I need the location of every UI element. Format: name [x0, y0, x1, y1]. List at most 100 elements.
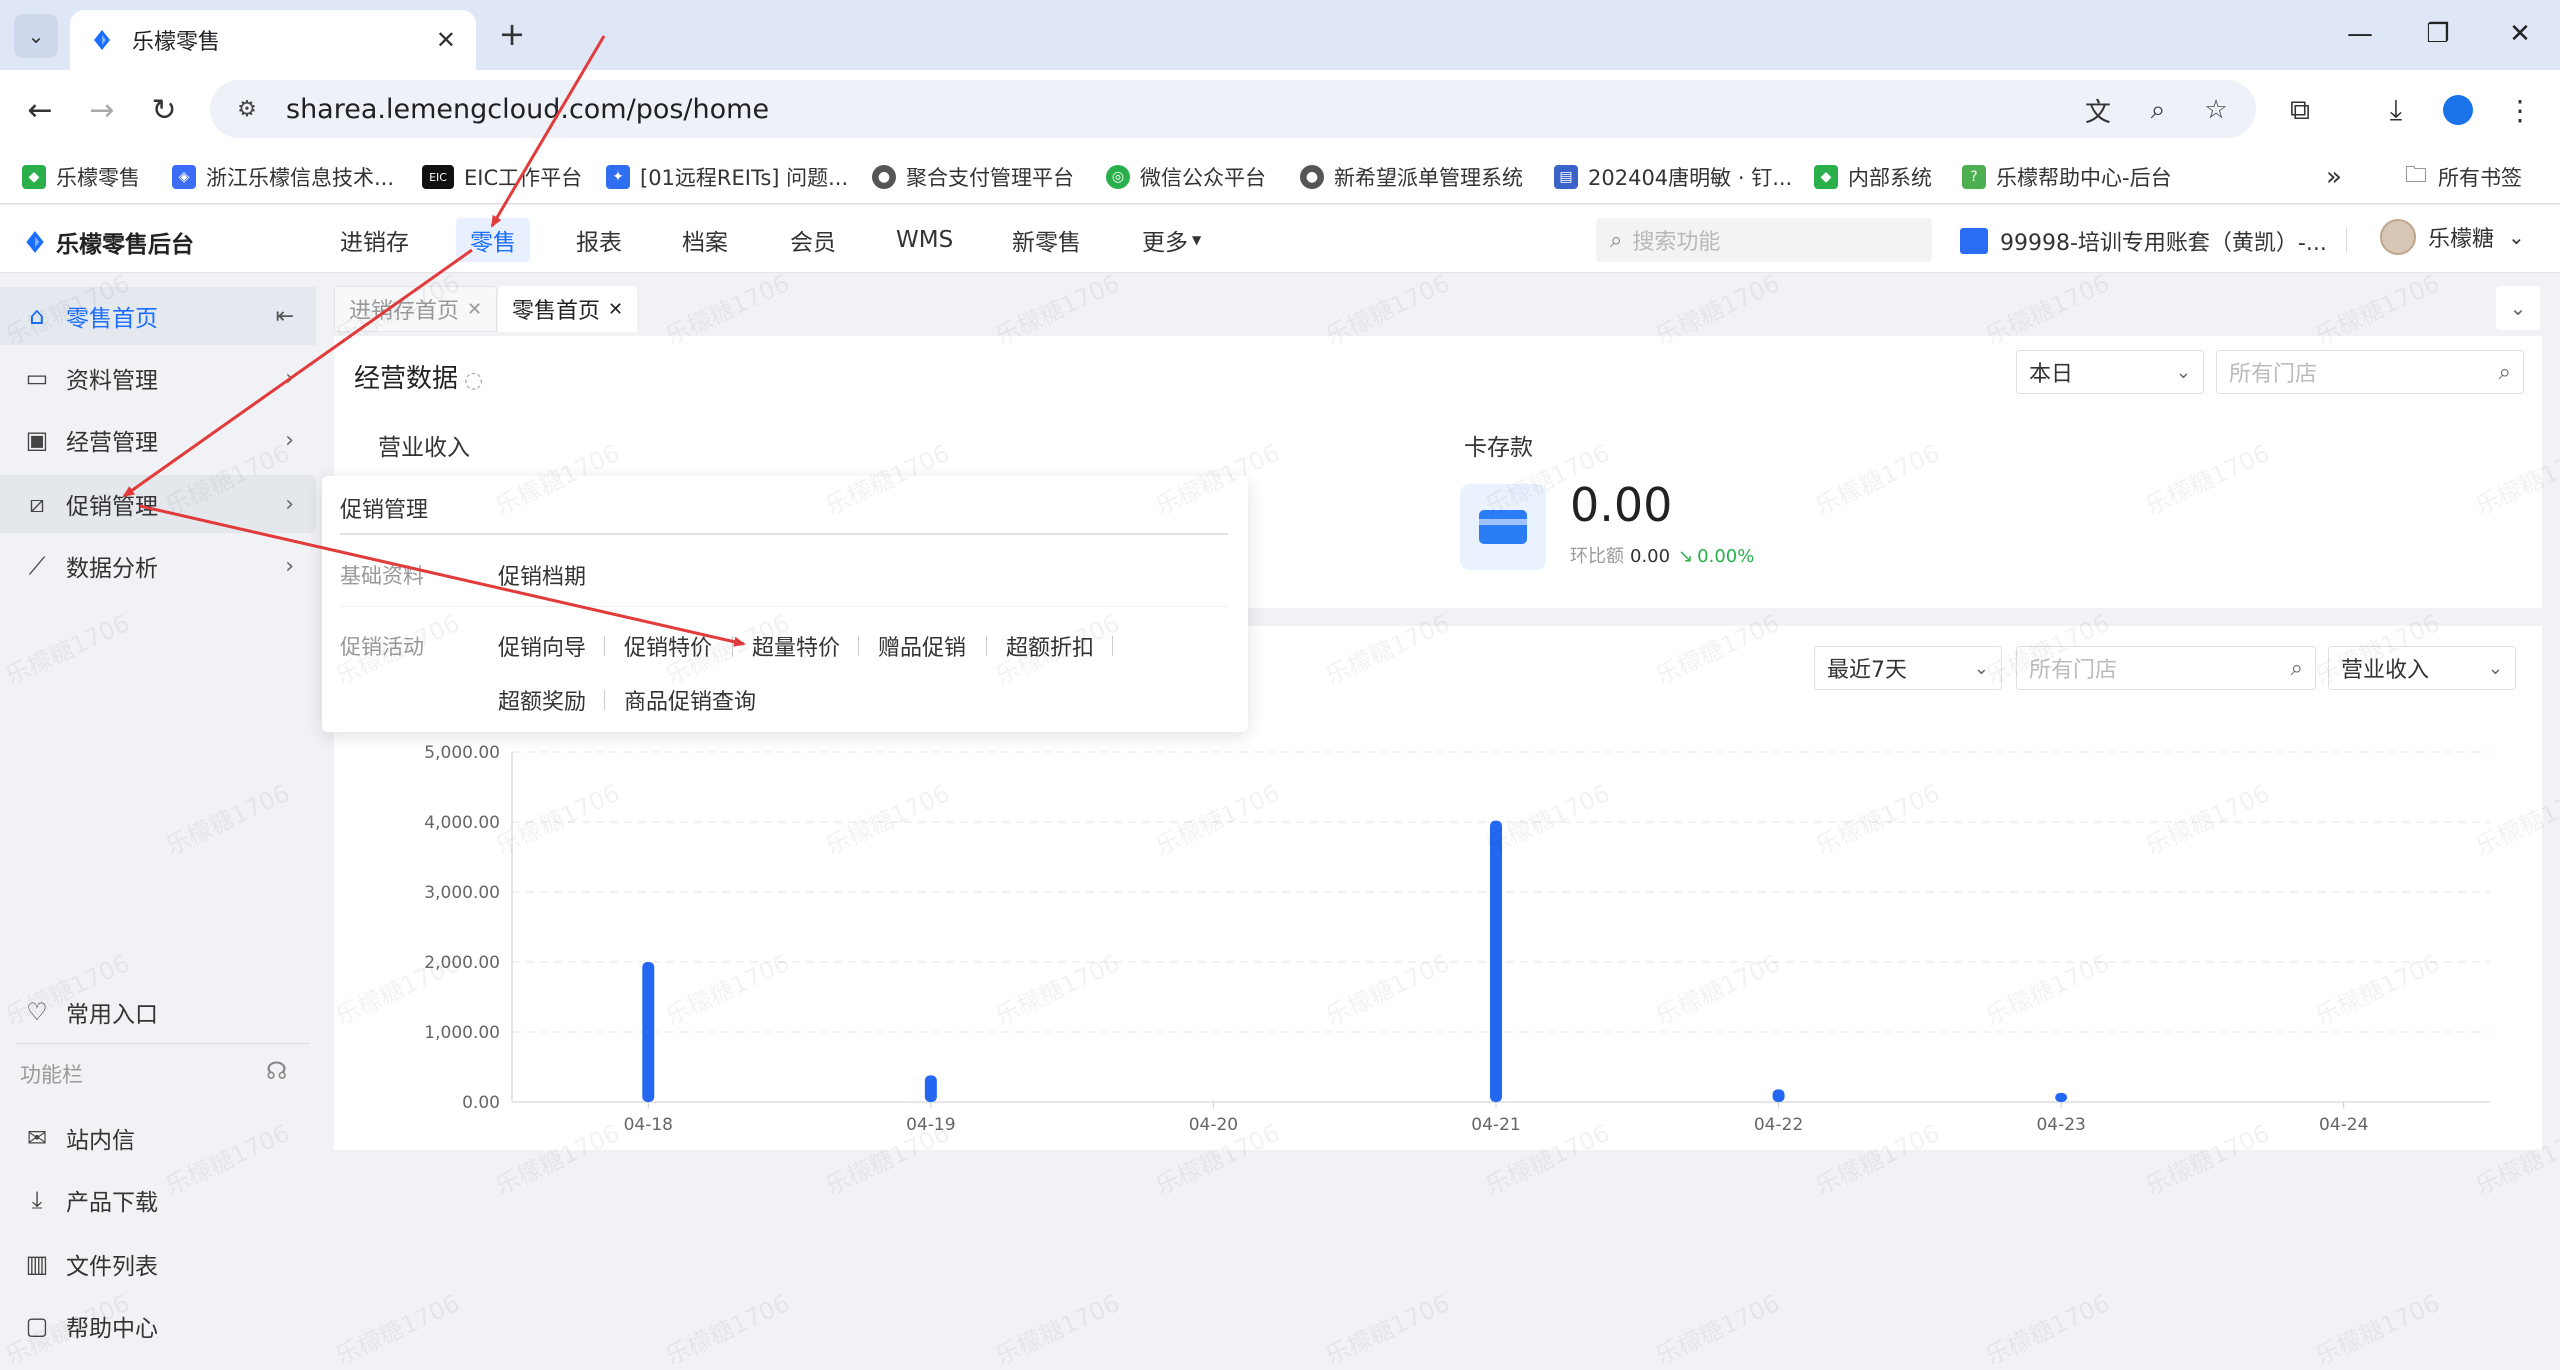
sidebar-item-messages[interactable]: ✉ 站内信 [0, 1109, 316, 1167]
close-tab-icon[interactable]: ✕ [436, 26, 456, 54]
forward-button[interactable]: → [82, 90, 122, 130]
y-tick-label: 0.00 [462, 1093, 500, 1113]
restore-button[interactable]: ❐ [2418, 14, 2458, 54]
sidebar-item-retail-home[interactable]: ⌂ 零售首页 ⇤ [0, 287, 316, 345]
close-icon[interactable]: ✕ [467, 299, 482, 320]
menu-icon[interactable]: ⋮ [2500, 90, 2540, 130]
gift-promo-link[interactable]: 赠品促销 [878, 630, 966, 662]
bookmark-item[interactable]: ▤ 202404唐明敏 · 钉... [1554, 162, 1792, 192]
bookmark-item[interactable]: ◆ 乐檬零售 [22, 162, 140, 192]
y-tick-label: 3,000.00 [424, 883, 500, 903]
excess-discount-link[interactable]: 超额折扣 [1006, 630, 1094, 662]
store-search-input[interactable]: 所有门店 ⌕ [2216, 350, 2524, 394]
bar-04-23[interactable] [2055, 1092, 2068, 1102]
sidebar-item-promotion-management[interactable]: ⧄ 促销管理 › [0, 475, 316, 533]
sidebar-item-file-list[interactable]: ▥ 文件列表 [0, 1235, 316, 1293]
watermark-text: 乐檬糖1706 [2311, 1288, 2444, 1370]
user-menu[interactable]: 乐檬糖 ⌄ [2380, 219, 2525, 255]
nav-archive[interactable]: 档案 [668, 218, 742, 262]
bookmark-item[interactable]: EIC EIC工作平台 [422, 162, 582, 192]
separator [1112, 636, 1113, 656]
app-logo-text: 乐檬零售后台 [56, 232, 194, 258]
app-logo[interactable]: 乐檬零售后台 [22, 225, 194, 259]
all-bookmarks-button[interactable]: 🗀 所有书签 [2404, 162, 2522, 192]
bar-04-19[interactable] [924, 1075, 937, 1102]
x-tick-label: 04-18 [624, 1115, 673, 1135]
nav-new-retail[interactable]: 新零售 [998, 218, 1095, 262]
promotion-menu-panel: 促销管理 基础资料 促销档期 促销活动 促销向导 促销特价 超量特价 赠品促销 … [322, 476, 1248, 732]
wechat-icon: ◎ [1106, 165, 1130, 189]
nav-wms[interactable]: WMS [882, 218, 967, 262]
bookmark-item[interactable]: ◎ 微信公众平台 [1106, 162, 1266, 192]
promo-schedule-link[interactable]: 促销档期 [498, 559, 586, 591]
browser-toolbar: ← → ↻ ⚙ sharea.lemengcloud.com/pos/home … [0, 70, 2560, 150]
nav-more[interactable]: 更多 ▼ [1128, 218, 1215, 262]
minimize-button[interactable]: — [2340, 14, 2380, 54]
back-button[interactable]: ← [20, 90, 60, 130]
tab-title: 乐檬零售 [132, 30, 221, 55]
zoom-icon[interactable]: ⌕ [2140, 92, 2176, 128]
promo-wizard-link[interactable]: 促销向导 [498, 630, 586, 662]
y-tick-label: 4,000.00 [424, 813, 500, 833]
translate-icon[interactable]: 文 [2080, 92, 2116, 128]
nav-retail[interactable]: 零售 [456, 218, 530, 262]
y-tick-label: 1,000.00 [424, 1023, 500, 1043]
nav-inventory[interactable]: 进销存 [326, 218, 423, 262]
bookmark-star-icon[interactable]: ☆ [2198, 92, 2234, 128]
page-tab-retail-home[interactable]: 零售首页 ✕ [498, 286, 638, 332]
sidebar-section-label: 功能栏 [20, 1063, 83, 1087]
sidebar-item-data-management[interactable]: ▭ 资料管理 › [0, 349, 316, 407]
bookmark-item[interactable]: ✦ [01远程REITs] 问题... [606, 162, 848, 192]
collapse-sidebar-icon[interactable]: ⇤ [276, 304, 294, 329]
account-switcher[interactable]: 99998-培训专用账套（黄凯）-... [1960, 225, 2327, 257]
extensions-icon[interactable]: ⧉ [2280, 90, 2320, 130]
function-search-input[interactable]: ⌕ 搜索功能 [1596, 218, 1932, 262]
bookmark-item[interactable]: ◆ 内部系统 [1814, 162, 1932, 192]
tab-search-button[interactable]: ⌄ [14, 14, 58, 58]
tabs-dropdown-button[interactable]: ⌄ [2496, 286, 2540, 330]
excess-reward-link[interactable]: 超额奖励 [498, 684, 586, 716]
profile-icon[interactable] [2438, 90, 2478, 130]
headset-icon[interactable]: ☊ [266, 1057, 287, 1085]
site-info-icon[interactable]: ⚙ [230, 92, 264, 126]
chevron-down-icon: ⌄ [2175, 361, 2191, 383]
bar-04-22[interactable] [1772, 1089, 1785, 1102]
sidebar-item-data-analysis[interactable]: ⟋ 数据分析 › [0, 537, 316, 595]
close-icon[interactable]: ✕ [608, 299, 623, 320]
refresh-icon[interactable]: ◌ [464, 368, 483, 393]
lemon-icon: ◆ [1814, 165, 1838, 189]
reload-button[interactable]: ↻ [144, 90, 184, 130]
nav-reports[interactable]: 报表 [562, 218, 636, 262]
sidebar-item-downloads[interactable]: ⤓ 产品下载 [0, 1171, 316, 1229]
download-icon[interactable]: ⤓ [2376, 90, 2416, 130]
promo-special-price-link[interactable]: 促销特价 [624, 630, 712, 662]
app-header: 乐檬零售后台 进销存 零售 报表 档案 会员 WMS 新零售 更多 ▼ ⌕ 搜索功能… [0, 205, 2560, 273]
excess-special-price-link[interactable]: 超量特价 [752, 630, 840, 662]
bookmark-item[interactable]: ? 乐檬帮助中心-后台 [1962, 162, 2172, 192]
separator [604, 690, 605, 710]
bar-04-18[interactable] [642, 962, 655, 1102]
product-promo-query-link[interactable]: 商品促销查询 [624, 684, 756, 716]
promo-activity-category: 促销活动 [340, 635, 424, 659]
globe-icon: ● [872, 165, 896, 189]
more-bookmarks-button[interactable]: » [2326, 162, 2342, 192]
bar-04-21[interactable] [1490, 820, 1502, 1102]
bookmark-item[interactable]: ◈ 浙江乐檬信息技术... [172, 162, 394, 192]
new-tab-button[interactable]: + [492, 14, 532, 54]
period-select[interactable]: 本日 ⌄ [2016, 350, 2204, 394]
bookmark-item[interactable]: ● 新希望派单管理系统 [1300, 162, 1523, 192]
search-icon: ⌕ [2498, 359, 2511, 385]
chevron-right-icon: › [285, 365, 294, 391]
address-bar[interactable]: ⚙ sharea.lemengcloud.com/pos/home 文 ⌕ ☆ [210, 80, 2256, 138]
search-icon: ⌕ [1610, 227, 1623, 253]
nav-member[interactable]: 会员 [776, 218, 850, 262]
bookmark-item[interactable]: ● 聚合支付管理平台 [872, 162, 1074, 192]
x-tick-label: 04-21 [1471, 1115, 1520, 1135]
close-window-button[interactable]: ✕ [2500, 14, 2540, 54]
sidebar-item-business-management[interactable]: ▣ 经营管理 › [0, 411, 316, 469]
lemeng-favicon-icon [94, 30, 110, 50]
sidebar-item-help-center[interactable]: ▢ 帮助中心 [0, 1297, 316, 1355]
page-tab-inventory-home[interactable]: 进销存首页 ✕ [334, 286, 498, 332]
sidebar-item-favorites[interactable]: ♡ 常用入口 [0, 983, 316, 1041]
browser-tab[interactable]: 乐檬零售 ✕ [70, 10, 476, 70]
